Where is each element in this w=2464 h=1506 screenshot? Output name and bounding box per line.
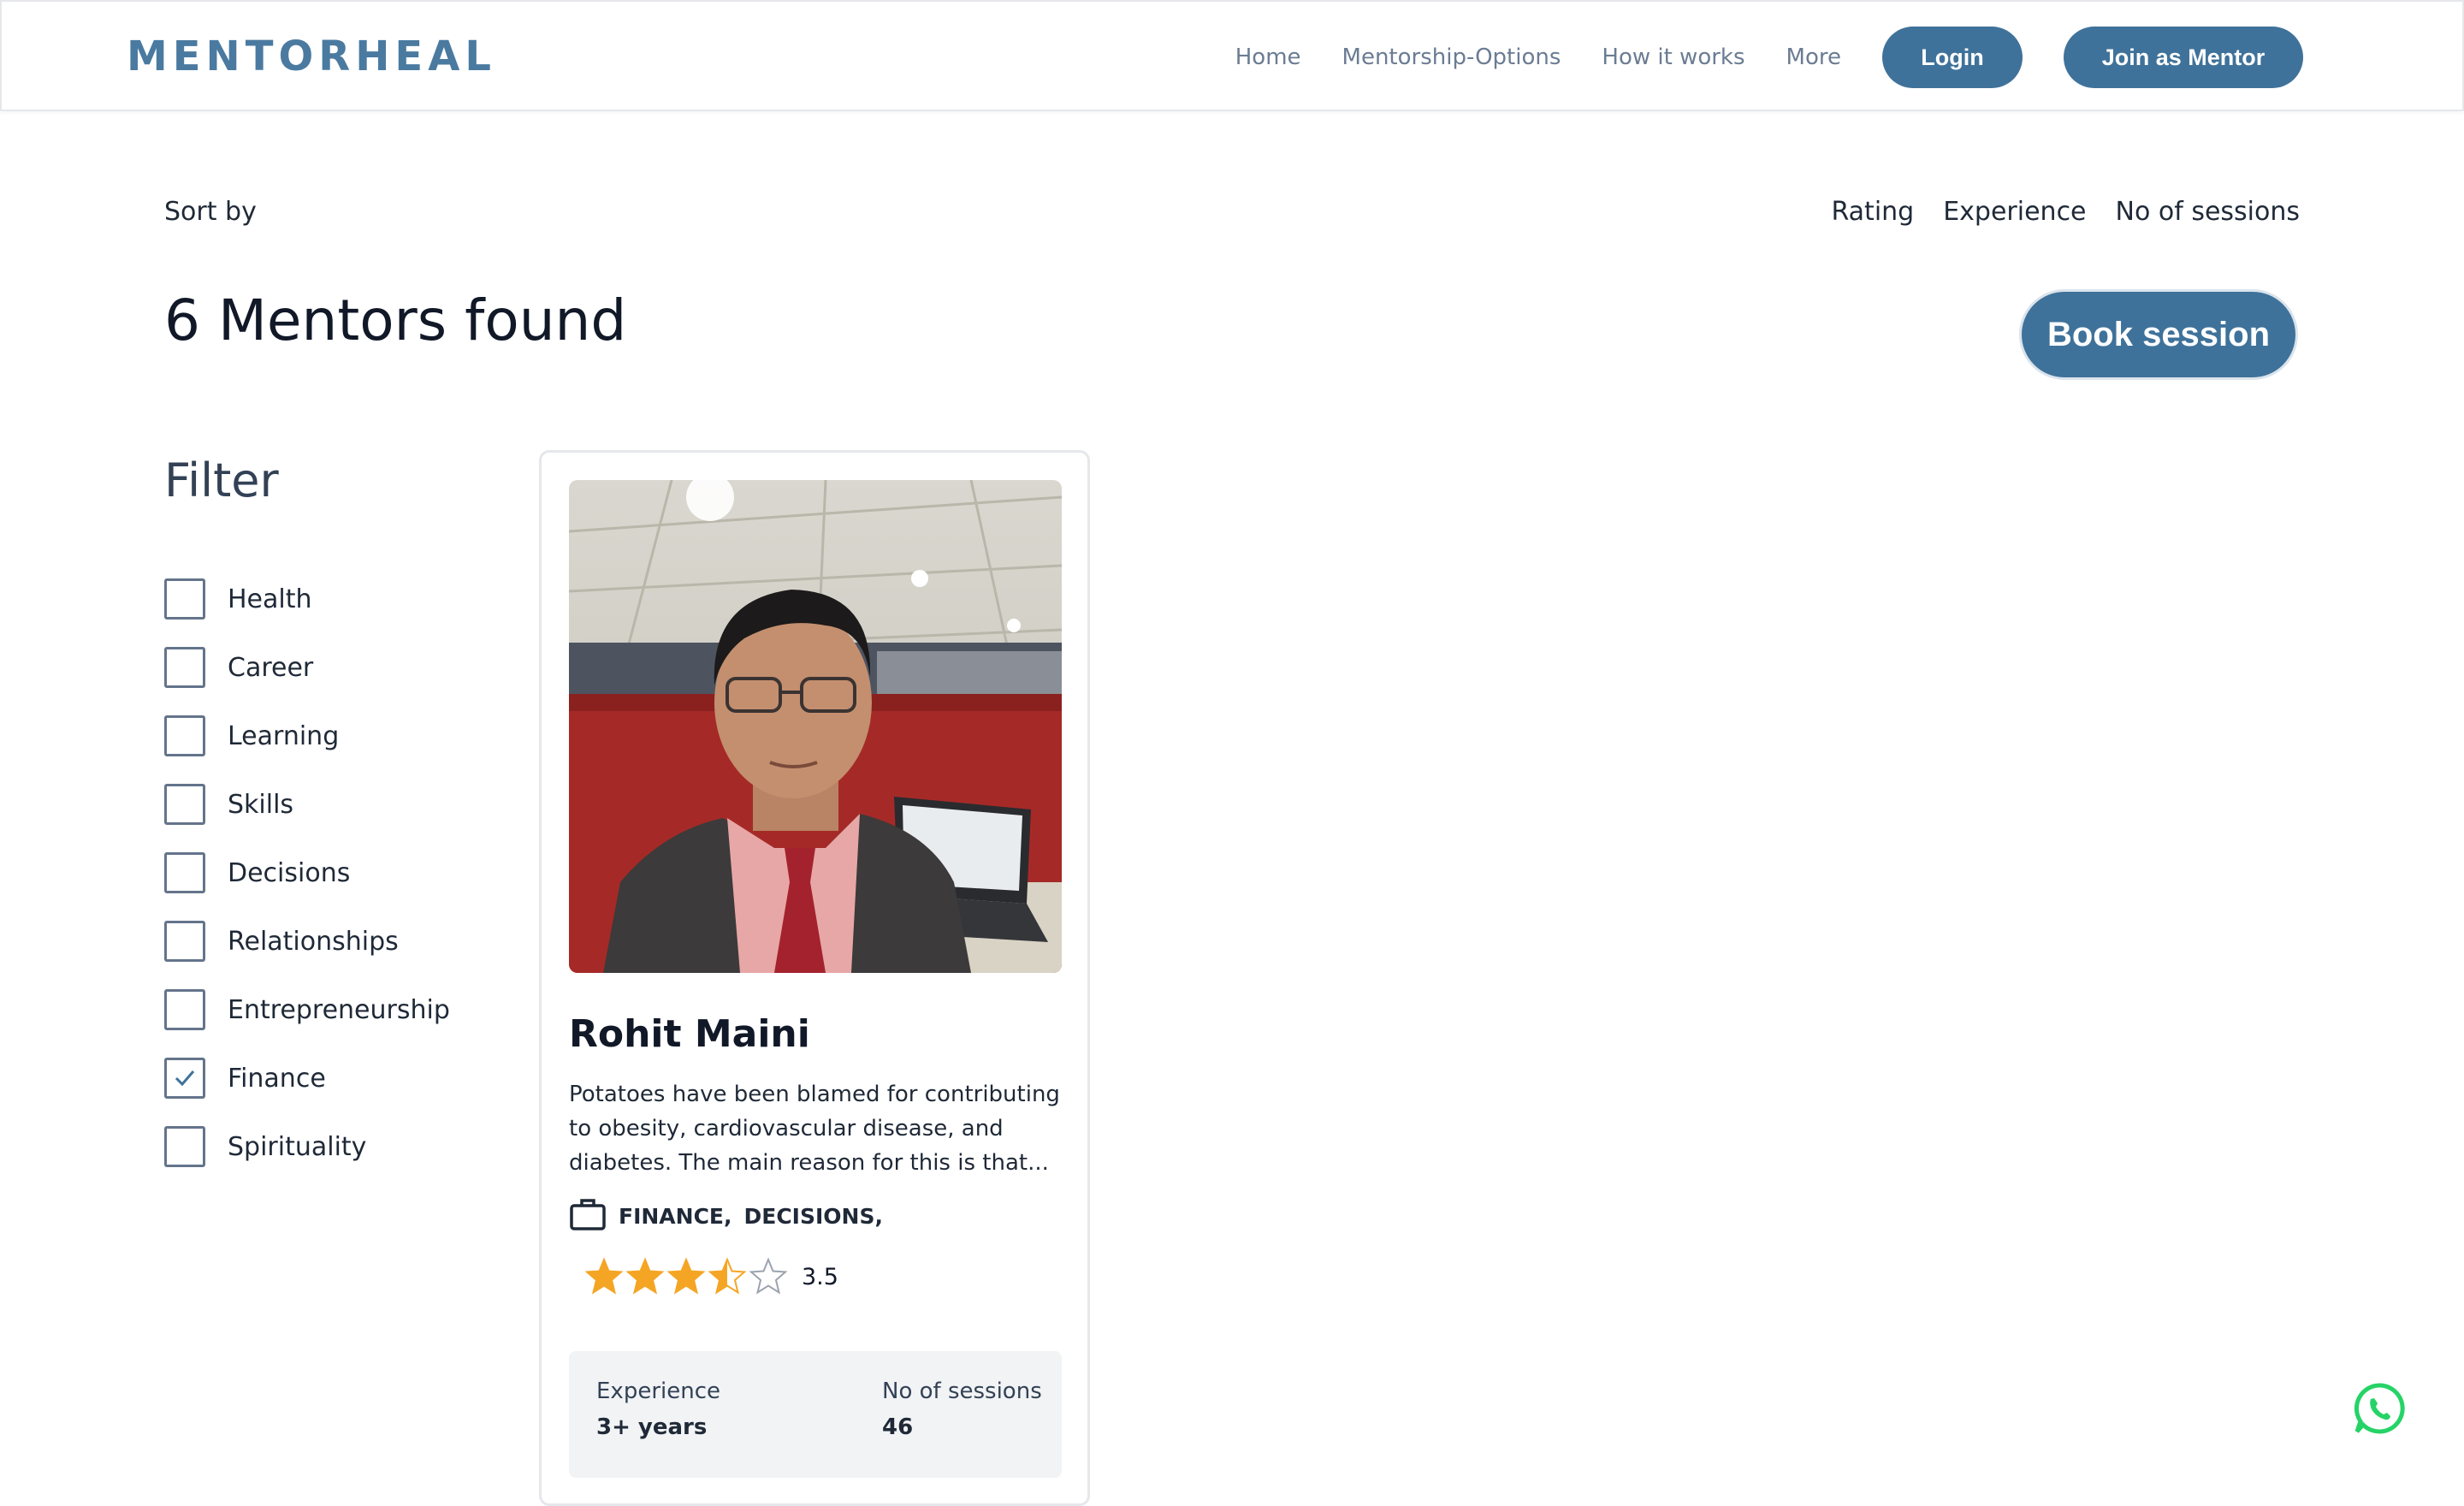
sort-rating-option[interactable]: Rating: [1831, 197, 1914, 227]
filter-item-health[interactable]: Health: [164, 565, 450, 633]
mentor-photo: [569, 480, 1062, 973]
login-button[interactable]: Login: [1882, 27, 2023, 88]
sort-experience-option[interactable]: Experience: [1943, 197, 2086, 227]
filter-checkbox-spirituality[interactable]: [164, 1126, 205, 1167]
sort-options: Rating Experience No of sessions: [1802, 197, 2300, 227]
experience-label: Experience: [596, 1379, 720, 1404]
mentor-tags: FINANCE, DECISIONS,: [569, 1197, 883, 1235]
filter-item-finance[interactable]: Finance: [164, 1044, 450, 1112]
filter-label: Health: [228, 584, 312, 614]
mentor-card[interactable]: Rohit Maini Potatoes have been blamed fo…: [539, 450, 1090, 1506]
mentor-tag: FINANCE,: [619, 1203, 732, 1229]
filter-checkbox-decisions[interactable]: [164, 852, 205, 893]
sessions-value: 46: [882, 1414, 914, 1440]
filter-checkbox-finance[interactable]: [164, 1058, 205, 1099]
checkmark-icon: [175, 1070, 195, 1087]
logo-text: MENTORHEAL: [127, 33, 496, 80]
star-icon: [584, 1257, 624, 1295]
star-icon: [625, 1257, 665, 1295]
mentor-name[interactable]: Rohit Maini: [569, 1012, 810, 1056]
join-as-mentor-button[interactable]: Join as Mentor: [2064, 27, 2303, 88]
briefcase-icon: [569, 1197, 607, 1235]
mentor-stats: Experience 3+ years No of sessions 46: [569, 1351, 1062, 1478]
book-session-button[interactable]: Book session: [2019, 289, 2298, 380]
mentor-bio-line: Potatoes have been blamed for contributi…: [569, 1082, 1060, 1107]
mentor-rating: 3.5: [584, 1257, 838, 1296]
filter-item-decisions[interactable]: Decisions: [164, 839, 450, 907]
nav-home-link[interactable]: Home: [1235, 44, 1301, 70]
sessions-label: No of sessions: [882, 1379, 1042, 1404]
filter-item-relationships[interactable]: Relationships: [164, 907, 450, 975]
filter-checkbox-health[interactable]: [164, 578, 205, 620]
whatsapp-icon[interactable]: [2353, 1382, 2406, 1435]
filter-item-career[interactable]: Career: [164, 633, 450, 702]
filter-item-spirituality[interactable]: Spirituality: [164, 1112, 450, 1181]
filter-checkbox-career[interactable]: [164, 647, 205, 688]
nav-links: Home Mentorship-Options How it works Mor…: [1235, 2, 2462, 113]
filter-checkbox-skills[interactable]: [164, 784, 205, 825]
filter-checkbox-relationships[interactable]: [164, 921, 205, 962]
filter-checkbox-entrepreneurship[interactable]: [164, 989, 205, 1030]
filter-label: Relationships: [228, 926, 399, 957]
filter-item-entrepreneurship[interactable]: Entrepreneurship: [164, 975, 450, 1044]
filter-label: Decisions: [228, 857, 351, 888]
filter-label: Skills: [228, 789, 294, 820]
filter-label: Finance: [228, 1063, 326, 1094]
filter-label: Spirituality: [228, 1131, 367, 1162]
star-icon: [666, 1257, 706, 1295]
logo[interactable]: MENTORHEAL: [127, 33, 496, 80]
mentor-bio-line: diabetes. The main reason for this is th…: [569, 1150, 1049, 1176]
filter-label: Career: [228, 652, 314, 683]
filter-title: Filter: [164, 454, 279, 507]
mentor-tag: DECISIONS,: [743, 1203, 883, 1229]
filter-item-skills[interactable]: Skills: [164, 770, 450, 839]
nav-how-it-works-link[interactable]: How it works: [1602, 44, 1744, 70]
rating-value: 3.5: [802, 1263, 838, 1290]
results-heading: 6 Mentors found: [164, 288, 627, 353]
nav-mentorship-options-link[interactable]: Mentorship-Options: [1342, 44, 1561, 70]
filter-label: Learning: [228, 720, 340, 751]
filter-item-learning[interactable]: Learning: [164, 702, 450, 770]
nav-more-link[interactable]: More: [1786, 44, 1841, 70]
mentor-bio-line: to obesity, cardiovascular disease, and: [569, 1116, 1004, 1141]
top-navbar: MENTORHEAL Home Mentorship-Options How i…: [0, 0, 2464, 111]
filter-label: Entrepreneurship: [228, 994, 450, 1025]
sort-by-label: Sort by: [164, 197, 257, 227]
star-icon: [749, 1257, 788, 1295]
mentor-bio: Potatoes have been blamed for contributi…: [569, 1077, 1062, 1180]
rating-stars: [584, 1257, 790, 1296]
filter-list: Health Career Learning Skills Decisions Relat…: [164, 565, 450, 1181]
experience-value: 3+ years: [596, 1414, 708, 1440]
filter-checkbox-learning[interactable]: [164, 715, 205, 756]
star-icon: [708, 1257, 747, 1295]
sort-sessions-option[interactable]: No of sessions: [2116, 197, 2300, 227]
